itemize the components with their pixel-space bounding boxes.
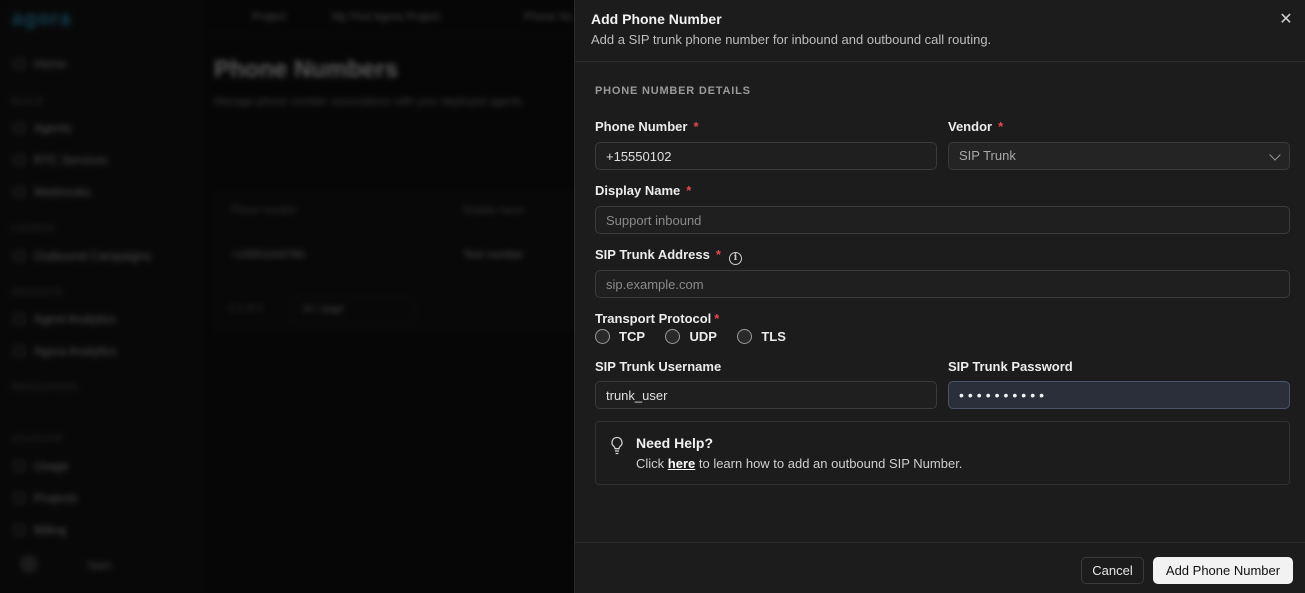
required-asterisk: *: [686, 183, 692, 198]
vendor-select[interactable]: SIP Trunk: [948, 142, 1290, 170]
lightbulb-icon: [611, 436, 623, 455]
drawer-header: Add Phone Number Add a SIP trunk phone n…: [575, 0, 1305, 62]
radio-circle: [595, 329, 610, 344]
transport-protocol-group: TCP UDP TLS: [595, 328, 802, 346]
close-icon[interactable]: ✕: [1276, 10, 1296, 30]
chevron-down-icon: [1269, 149, 1281, 161]
cancel-button[interactable]: Cancel: [1081, 557, 1144, 584]
sip-trunk-password-label: SIP Trunk Password: [948, 359, 1073, 374]
drawer-subtitle: Add a SIP trunk phone number for inbound…: [591, 32, 992, 47]
transport-protocol-label: Transport Protocol *: [595, 311, 720, 326]
modal-overlay[interactable]: [0, 0, 574, 593]
sip-trunk-password-input[interactable]: ••••••••••: [948, 381, 1290, 409]
phone-number-input[interactable]: [595, 142, 937, 170]
sip-trunk-address-label: SIP Trunk Address * i: [595, 247, 742, 265]
required-asterisk: *: [714, 311, 720, 326]
add-phone-number-drawer: Add Phone Number Add a SIP trunk phone n…: [574, 0, 1305, 593]
sip-trunk-address-input[interactable]: [595, 270, 1290, 298]
drawer-footer: Cancel Add Phone Number: [575, 542, 1305, 593]
radio-udp[interactable]: UDP: [665, 329, 717, 344]
radio-tcp[interactable]: TCP: [595, 329, 645, 344]
radio-tls[interactable]: TLS: [737, 329, 786, 344]
sip-trunk-username-input[interactable]: [595, 381, 937, 409]
drawer-title: Add Phone Number: [591, 11, 722, 27]
required-asterisk: *: [715, 247, 721, 262]
add-phone-number-button[interactable]: Add Phone Number: [1153, 557, 1293, 584]
phone-number-label: Phone Number *: [595, 119, 699, 134]
radio-circle: [665, 329, 681, 344]
display-name-label: Display Name *: [595, 183, 692, 198]
required-asterisk: *: [693, 119, 699, 134]
help-text: Click here to learn how to add an outbou…: [636, 456, 963, 471]
vendor-label: Vendor *: [948, 119, 1004, 134]
display-name-input[interactable]: [595, 206, 1290, 234]
sip-trunk-username-label: SIP Trunk Username: [595, 359, 722, 374]
help-title: Need Help?: [636, 435, 714, 451]
info-icon[interactable]: i: [728, 252, 742, 265]
vendor-selected-value: SIP Trunk: [959, 148, 1016, 163]
help-link[interactable]: here: [668, 456, 695, 471]
section-title: PHONE NUMBER DETAILS: [595, 85, 751, 97]
radio-circle: [737, 329, 753, 344]
required-asterisk: *: [998, 119, 1004, 134]
help-box: Need Help? Click here to learn how to ad…: [595, 421, 1290, 485]
